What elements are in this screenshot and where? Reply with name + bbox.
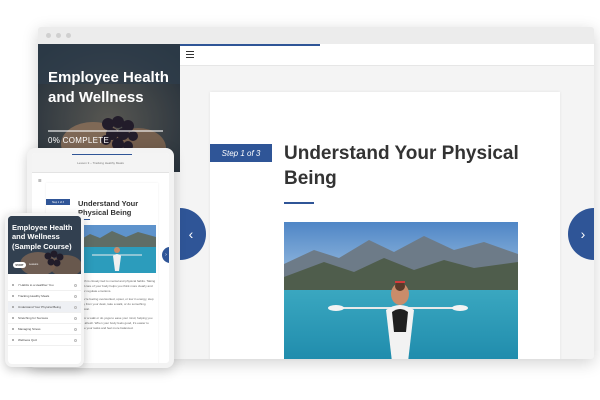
title-divider xyxy=(284,202,314,204)
course-title: Employee Health and Wellness xyxy=(48,69,169,106)
completion-circle-icon xyxy=(74,294,77,298)
phone-lesson-list: 7 Habits to a Healthier You Tracking Heal… xyxy=(8,280,81,346)
tablet-step-badge: Step 1 of 3 xyxy=(46,199,70,205)
lesson-item-label: Managing Stress xyxy=(18,327,41,331)
completion-circle-icon xyxy=(74,327,77,331)
phone-lesson-item[interactable]: 7 Habits to a Healthier You xyxy=(8,280,81,291)
window-dot-icon xyxy=(66,33,71,38)
bullet-icon xyxy=(12,306,14,308)
product-showcase: Employee Health and Wellness 0% COMPLETE… xyxy=(0,0,600,400)
tablet-body-text: Health is closely tied to mental and phy… xyxy=(78,279,156,331)
tablet-lesson-title: Understand Your Physical Being xyxy=(78,199,139,217)
tablet-progress-indicator xyxy=(72,154,132,155)
hamburger-menu-icon[interactable]: ☰ xyxy=(38,178,42,183)
bullet-icon xyxy=(12,284,14,286)
bullet-icon xyxy=(12,339,14,341)
chevron-right-icon: › xyxy=(580,226,586,242)
lesson-content: Step 1 of 3 Understand Your Physical Bei… xyxy=(210,92,560,359)
phone-course-title: Employee Health and Wellness (Sample Cou… xyxy=(12,223,73,251)
phone-lesson-item[interactable]: Stretching for Success xyxy=(8,313,81,324)
completion-circle-icon xyxy=(74,338,77,342)
tablet-lesson-header: Lesson 3 – Tracking Healthy Meals xyxy=(77,161,124,165)
lesson-topbar xyxy=(180,44,594,66)
course-progress-text: 0% COMPLETE xyxy=(48,136,110,145)
tablet-paragraph: If you're feeling overworked, upset, or … xyxy=(78,297,154,311)
kayak-lake-image xyxy=(284,222,518,359)
phone-device: Employee Health and Wellness (Sample Cou… xyxy=(5,213,84,367)
phone-course-hero: Employee Health and Wellness (Sample Cou… xyxy=(8,216,81,274)
lesson-title: Understand Your Physical Being xyxy=(284,143,519,189)
previous-lesson-button[interactable]: ‹ xyxy=(180,208,206,260)
tablet-paragraph: Go for a walk or do yoga to ease your mi… xyxy=(78,315,153,330)
phone-lesson-item[interactable]: Understand Your Physical Being xyxy=(8,302,81,313)
tablet-paragraph: Health is closely tied to mental and phy… xyxy=(78,279,156,294)
lesson-item-label: 7 Habits to a Healthier You xyxy=(18,283,54,287)
phone-section-label: Lessons xyxy=(29,263,39,266)
chevron-right-icon: › xyxy=(165,252,167,258)
bullet-icon xyxy=(12,317,14,319)
phone-lesson-item[interactable]: Tracking Healthy Meals xyxy=(8,291,81,302)
lesson-item-label: Tracking Healthy Meals xyxy=(18,294,50,298)
next-lesson-button[interactable]: › xyxy=(568,208,594,260)
course-progress-bar xyxy=(48,130,163,132)
completion-circle-icon xyxy=(74,316,77,320)
lesson-item-label: Stretching for Success xyxy=(18,316,49,320)
bullet-icon xyxy=(12,328,14,330)
lesson-item-label: Wellness Quiz xyxy=(18,338,38,342)
window-dot-icon xyxy=(56,33,61,38)
completion-circle-icon xyxy=(74,305,77,309)
phone-lesson-item[interactable]: Managing Stress xyxy=(8,324,81,335)
step-badge: Step 1 of 3 xyxy=(210,144,272,162)
tablet-next-button[interactable]: › xyxy=(162,247,169,263)
phone-lesson-item[interactable]: Wellness Quiz xyxy=(8,335,81,346)
browser-titlebar xyxy=(38,27,594,44)
start-course-button[interactable]: START xyxy=(13,262,26,268)
tablet-kayak-image xyxy=(78,225,156,273)
completion-circle-icon xyxy=(74,283,77,287)
lesson-progress-indicator xyxy=(180,44,320,46)
lesson-item-label: Understand Your Physical Being xyxy=(18,305,61,309)
hamburger-menu-icon[interactable] xyxy=(186,51,194,58)
chevron-left-icon: ‹ xyxy=(188,226,194,242)
window-dot-icon xyxy=(46,33,51,38)
bullet-icon xyxy=(12,295,14,297)
tablet-topbar: Lesson 3 – Tracking Healthy Meals xyxy=(32,153,169,173)
